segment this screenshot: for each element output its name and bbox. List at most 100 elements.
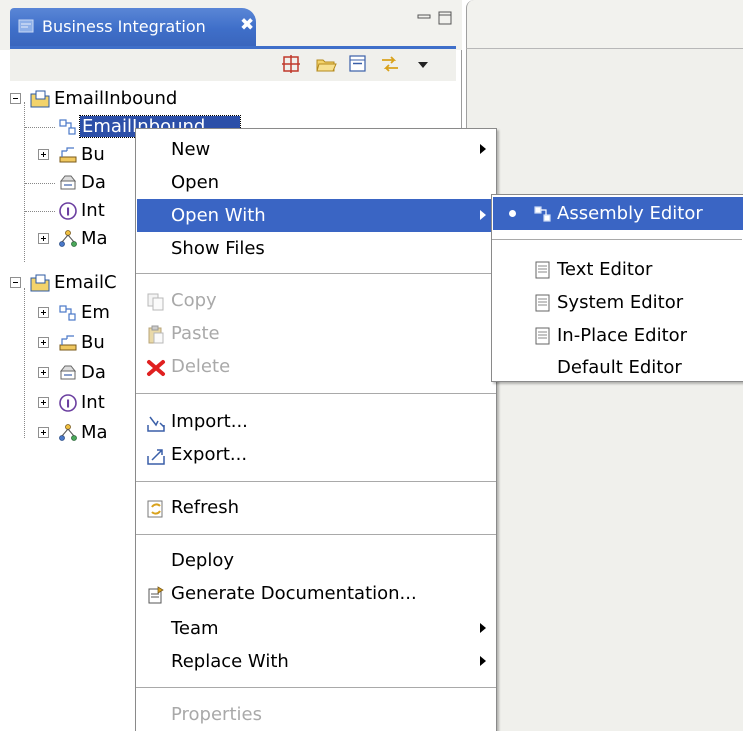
- tree-item-label: Da: [81, 362, 106, 383]
- tree-item-label: EmailC: [54, 272, 117, 293]
- menu-item-label: Deploy: [171, 550, 235, 571]
- link-editor-icon[interactable]: [379, 53, 401, 75]
- submenu-item-text-editor[interactable]: Text Editor: [493, 253, 743, 286]
- submenu-item-system-editor[interactable]: System Editor: [493, 286, 743, 319]
- menu-item-label: Open With: [171, 205, 266, 226]
- assembly-editor-icon: [534, 206, 551, 222]
- menu-item-export[interactable]: Export...: [137, 438, 495, 471]
- tree-guide-line: [25, 211, 55, 212]
- tree-item-label: Ma: [81, 228, 108, 249]
- business-logic-icon: [59, 335, 77, 351]
- menu-item-open-with[interactable]: Open With: [137, 199, 495, 232]
- maps-icon: [59, 424, 77, 441]
- collapse-toggle[interactable]: [10, 277, 21, 288]
- menu-item-label: Copy: [171, 290, 217, 311]
- expand-toggle[interactable]: [38, 337, 49, 348]
- svg-text:I: I: [66, 398, 70, 411]
- submenu-item-in-place-editor[interactable]: In-Place Editor: [493, 319, 743, 352]
- tree-item-email-module[interactable]: EmailC: [10, 269, 140, 297]
- menu-item-label: Delete: [171, 356, 231, 377]
- module-icon: [30, 90, 50, 108]
- tree-item-maps[interactable]: Ma: [10, 419, 140, 447]
- expand-toggle[interactable]: [38, 397, 49, 408]
- menu-item-deploy[interactable]: Deploy: [137, 544, 495, 577]
- collapse-all-icon[interactable]: [347, 53, 369, 75]
- tree-item-business-logic[interactable]: Bu: [10, 329, 140, 357]
- submenu-item-label: Assembly Editor: [557, 203, 703, 224]
- menu-item-new[interactable]: New: [137, 133, 495, 166]
- delete-icon: [147, 360, 165, 376]
- menu-item-refresh[interactable]: Refresh: [137, 491, 495, 524]
- menu-item-label: New: [171, 139, 211, 160]
- tree-item-assembly-diagram[interactable]: Em: [10, 299, 140, 327]
- minimize-icon[interactable]: [417, 14, 431, 24]
- tree-item-interfaces[interactable]: I Int: [10, 197, 140, 225]
- menu-item-label: Import...: [171, 411, 248, 432]
- submenu-arrow-icon: [480, 623, 486, 633]
- menu-item-label: Open: [171, 172, 220, 193]
- maps-icon: [59, 230, 77, 247]
- menu-item-show-files[interactable]: Show Files: [137, 232, 495, 265]
- menu-item-team[interactable]: Team: [137, 612, 495, 645]
- tree-item-data-types[interactable]: Da: [10, 359, 140, 387]
- paste-icon: [148, 325, 164, 344]
- tab-business-integration[interactable]: Business Integration ✖: [10, 8, 256, 46]
- radio-selected-icon: [509, 210, 516, 217]
- view-toolbar: [10, 49, 456, 81]
- submenu-arrow-icon: [480, 210, 486, 220]
- assembly-icon: [59, 305, 76, 321]
- expand-toggle[interactable]: [38, 307, 49, 318]
- submenu-arrow-icon: [480, 144, 486, 154]
- svg-text:I: I: [66, 206, 70, 219]
- open-folder-icon[interactable]: [315, 53, 337, 75]
- open-with-submenu: Assembly Editor Text Editor System Edito…: [491, 194, 743, 382]
- menu-item-import[interactable]: Import...: [137, 405, 495, 438]
- menu-separator: [136, 481, 496, 483]
- menu-item-generate-documentation[interactable]: Generate Documentation...: [137, 577, 495, 610]
- expand-toggle[interactable]: [38, 427, 49, 438]
- submenu-item-label: In-Place Editor: [557, 325, 688, 346]
- text-file-icon: [535, 294, 550, 312]
- submenu-arrow-icon: [480, 656, 486, 666]
- menu-item-label: Team: [171, 618, 219, 639]
- menu-item-paste[interactable]: Paste: [137, 317, 495, 350]
- menu-separator: [136, 393, 496, 395]
- menu-item-label: Export...: [171, 444, 248, 465]
- menu-item-replace-with[interactable]: Replace With: [137, 645, 495, 678]
- tree-item-maps[interactable]: Ma: [10, 225, 140, 253]
- tree-item-label: Bu: [81, 144, 105, 165]
- tree-item-business-logic[interactable]: Bu: [10, 141, 140, 169]
- expand-toggle[interactable]: [38, 149, 49, 160]
- submenu-item-assembly-editor[interactable]: Assembly Editor: [493, 197, 743, 230]
- expand-toggle[interactable]: [38, 367, 49, 378]
- menu-item-label: Paste: [171, 323, 220, 344]
- tree-item-label: Ma: [81, 422, 108, 443]
- menu-separator: [136, 273, 496, 275]
- interfaces-icon: I: [59, 202, 77, 220]
- menu-separator: [492, 239, 742, 241]
- submenu-item-label: Default Editor: [557, 357, 682, 378]
- menu-separator: [136, 534, 496, 536]
- menu-item-open[interactable]: Open: [137, 166, 495, 199]
- menu-item-label: Show Files: [171, 238, 265, 259]
- menu-item-delete[interactable]: Delete: [137, 350, 495, 383]
- grid-icon[interactable]: [280, 53, 302, 75]
- tree-item-emailinbound[interactable]: EmailInbound: [10, 85, 310, 113]
- business-integration-icon: [18, 19, 34, 33]
- expand-toggle[interactable]: [38, 233, 49, 244]
- menu-item-label: Generate Documentation...: [171, 583, 417, 604]
- view-menu-icon[interactable]: [412, 53, 434, 75]
- menu-item-properties[interactable]: Properties: [137, 698, 495, 731]
- assembly-icon: [59, 119, 76, 135]
- tree-guide-line: [25, 127, 55, 128]
- maximize-icon[interactable]: [438, 11, 452, 25]
- submenu-item-label: System Editor: [557, 292, 684, 313]
- collapse-toggle[interactable]: [10, 93, 21, 104]
- tree-item-interfaces[interactable]: I Int: [10, 389, 140, 417]
- menu-item-copy[interactable]: Copy: [137, 284, 495, 317]
- tree-item-label: Int: [81, 200, 105, 221]
- tree-item-data-types[interactable]: Da: [10, 169, 140, 197]
- close-icon[interactable]: ✖: [240, 15, 254, 35]
- submenu-item-default-editor[interactable]: Default Editor: [493, 351, 743, 384]
- editor-tab-strip: [466, 0, 743, 48]
